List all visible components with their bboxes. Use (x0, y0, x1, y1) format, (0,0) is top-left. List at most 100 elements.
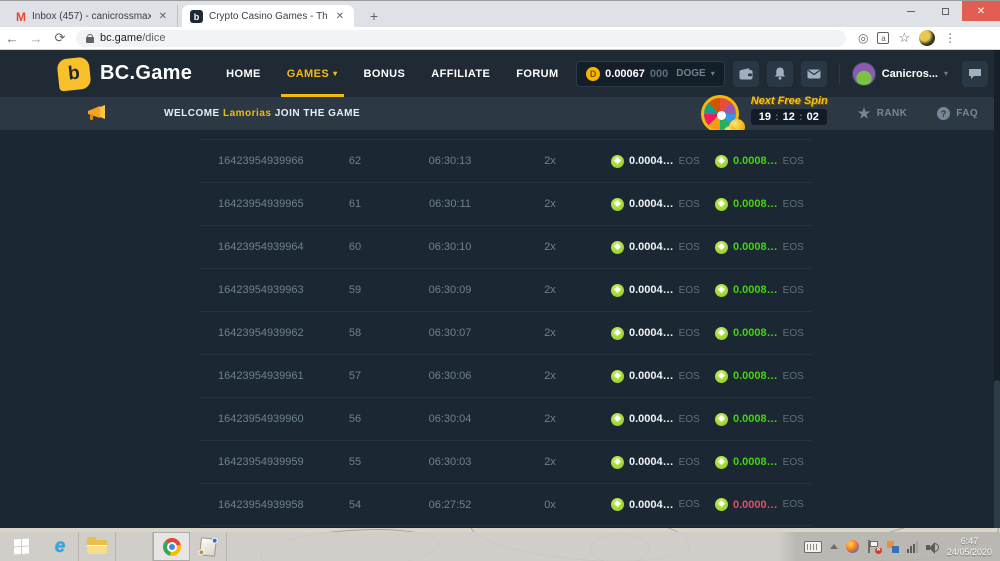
touch-keyboard-icon[interactable] (804, 541, 822, 553)
table-row[interactable]: 16423954939961 57 06:30:06 2x 0.0004… EO… (200, 354, 812, 397)
welcome-banner: WELCOME Lamorias JOIN THE GAME Next Free… (0, 97, 1000, 130)
balance-selector[interactable]: D 0.00067000 DOGE ▾ (576, 61, 725, 87)
nav-item-forum[interactable]: FORUM (516, 50, 558, 97)
bell-icon (774, 67, 786, 80)
back-button[interactable]: ← (0, 31, 24, 46)
welcome-player-name: Lamorias (223, 108, 271, 119)
taskbar-empty-slot[interactable] (116, 532, 153, 561)
page-content: 16423954939966 62 06:30:13 2x 0.0004… EO… (0, 130, 1000, 528)
browser-profile-avatar[interactable] (919, 30, 935, 46)
user-menu[interactable]: Canicros... ▾ (852, 62, 948, 86)
bet-id: 16423954939966 (200, 155, 330, 167)
table-row[interactable]: 16423954939962 58 06:30:07 2x 0.0004… EO… (200, 311, 812, 354)
welcome-message: WELCOME Lamorias JOIN THE GAME (164, 108, 360, 119)
taskbar-chrome-button[interactable] (153, 532, 190, 561)
rank-link[interactable]: ★ RANK (858, 105, 907, 122)
taskbar-explorer-button[interactable] (79, 532, 116, 561)
eos-coin-icon (715, 370, 728, 383)
tab-close-icon[interactable]: ✕ (334, 11, 346, 22)
nav-item-affiliate[interactable]: AFFILIATE (431, 50, 490, 97)
taskbar-clock[interactable]: 6:47 24/05/2020 (947, 536, 992, 558)
action-center-flag-icon[interactable]: ✕ (867, 540, 879, 553)
table-row[interactable]: 16423954939966 62 06:30:13 2x 0.0004… EO… (200, 139, 812, 182)
bet-amount: 0.0004… (629, 284, 674, 296)
certificate-app-icon (199, 537, 217, 557)
eos-coin-icon (715, 413, 728, 426)
bcgame-logo[interactable]: b BC.Game (58, 58, 192, 90)
tray-expand-icon[interactable] (830, 544, 838, 549)
site-header: b BC.Game HOME GAMES ▾ BONUS AFFILIATE F… (0, 50, 1000, 97)
table-row[interactable]: 16423954939965 61 06:30:11 2x 0.0004… EO… (200, 182, 812, 225)
profit-currency: EOS (783, 499, 804, 510)
tab-gmail[interactable]: M Inbox (457) - canicrossmaxx@gm ✕ (8, 5, 178, 28)
chrome-icon (163, 538, 181, 556)
taskbar-notes-button[interactable] (190, 532, 227, 561)
bet-amount-cell: 0.0004… EOS (580, 198, 686, 211)
new-tab-button[interactable]: + (364, 6, 384, 26)
bet-amount: 0.0004… (629, 241, 674, 253)
bcgame-favicon-icon: b (190, 10, 203, 23)
table-row[interactable]: 16423954939958 54 06:27:52 0x 0.0004… EO… (200, 483, 812, 526)
table-row[interactable]: 16423954939959 55 06:30:03 2x 0.0004… EO… (200, 440, 812, 483)
profit-amount: 0.0008… (733, 456, 778, 468)
banner-right: Next Free Spin 19:12:02 ★ RANK ? FAQ (701, 97, 978, 130)
bcgame-logo-icon: b (56, 56, 91, 91)
file-explorer-icon (87, 540, 107, 554)
wallet-button[interactable] (733, 61, 759, 87)
bookmark-star-icon[interactable]: ☆ (898, 30, 910, 46)
scrollbar-thumb[interactable] (994, 380, 1000, 530)
payout-multiplier: 0x (520, 499, 580, 511)
header-right: D 0.00067000 DOGE ▾ Canicros... ▾ (576, 50, 988, 97)
timer-minutes: 12 (783, 111, 795, 123)
restore-button[interactable] (928, 1, 962, 21)
nav-item-home[interactable]: HOME (226, 50, 261, 97)
zoom-indicator-icon[interactable]: ◎ (858, 31, 868, 45)
tab-close-icon[interactable]: ✕ (157, 11, 169, 22)
gmail-icon: M (16, 10, 26, 24)
network-signal-icon[interactable] (907, 541, 918, 553)
browser-menu-icon[interactable]: ⋮ (944, 31, 956, 45)
chat-button[interactable] (962, 61, 988, 87)
reload-button[interactable]: ⟳ (48, 30, 72, 46)
volume-icon[interactable] (926, 541, 939, 553)
eos-coin-icon (611, 498, 624, 511)
balance-amount: 0.00067 (605, 68, 645, 80)
profit-currency: EOS (783, 199, 804, 210)
welcome-prefix: WELCOME (164, 108, 220, 119)
profit-cell: 0.0008… EOS (686, 370, 812, 383)
bet-time: 06:30:07 (380, 327, 520, 339)
profit-cell: 0.0008… EOS (686, 198, 812, 211)
close-button[interactable]: ✕ (962, 1, 1000, 21)
timer-hours: 19 (759, 111, 771, 123)
profit-currency: EOS (783, 285, 804, 296)
minimize-button[interactable] (894, 1, 928, 21)
profit-currency: EOS (783, 414, 804, 425)
forward-button[interactable]: → (24, 31, 48, 46)
eos-coin-icon (611, 413, 624, 426)
lock-icon[interactable] (86, 34, 94, 43)
nav-item-bonus[interactable]: BONUS (364, 50, 406, 97)
tray-updates-icon[interactable] (887, 541, 899, 553)
tab-bcgame[interactable]: b Crypto Casino Games - The 8 Be ✕ (182, 5, 354, 28)
brand-name: BC.Game (100, 62, 192, 85)
nav-item-games[interactable]: GAMES ▾ (287, 50, 338, 97)
tray-app-icon[interactable] (846, 540, 859, 553)
bet-id: 16423954939958 (200, 499, 330, 511)
taskbar-ie-button[interactable]: e (42, 532, 79, 561)
table-row[interactable]: 16423954939960 56 06:30:04 2x 0.0004… EO… (200, 397, 812, 440)
faq-link[interactable]: ? FAQ (937, 107, 978, 120)
notifications-button[interactable] (767, 61, 793, 87)
bet-amount-cell: 0.0004… EOS (580, 413, 686, 426)
start-button[interactable] (0, 532, 42, 561)
messages-button[interactable] (801, 61, 827, 87)
profit-amount: 0.0008… (733, 284, 778, 296)
profit-amount: 0.0008… (733, 241, 778, 253)
table-row[interactable]: 16423954939963 59 06:30:09 2x 0.0004… EO… (200, 268, 812, 311)
roll-result: 59 (330, 284, 380, 296)
translate-icon[interactable]: a (877, 32, 889, 44)
payout-multiplier: 2x (520, 327, 580, 339)
address-bar[interactable]: bc.game/dice (76, 30, 846, 47)
profit-amount: 0.0008… (733, 198, 778, 210)
page-scrollbar[interactable] (994, 50, 1000, 528)
table-row[interactable]: 16423954939964 60 06:30:10 2x 0.0004… EO… (200, 225, 812, 268)
